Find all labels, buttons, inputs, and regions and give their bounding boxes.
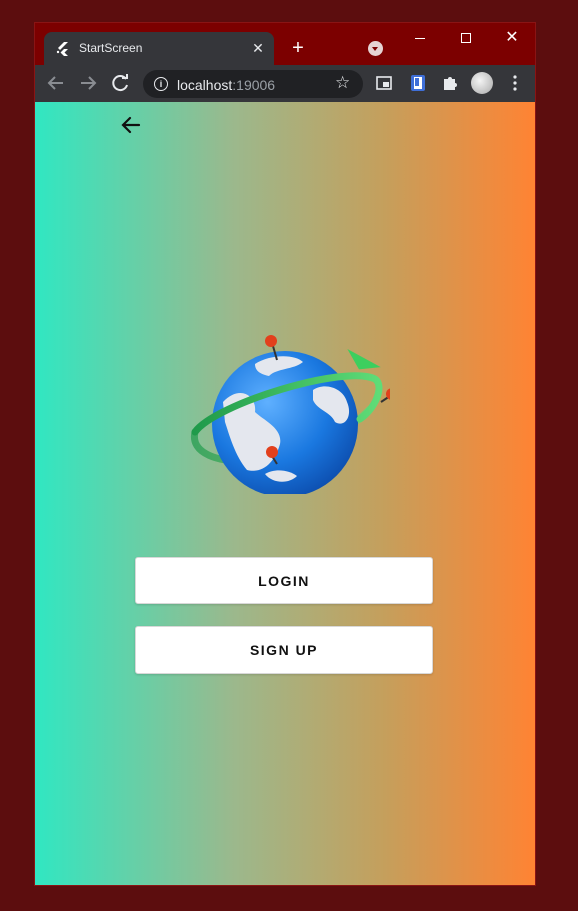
url-port: :19006 [232, 77, 276, 93]
url-text[interactable]: localhost:19006 [177, 77, 275, 93]
login-button[interactable]: LOGIN [135, 557, 433, 604]
reload-icon[interactable] [110, 73, 132, 93]
kebab-menu-icon[interactable] [505, 73, 525, 93]
browser-window: StartScreen ✕ + ✕ i localhost:19006 ☆ LO… [34, 22, 536, 886]
tab-startscreen[interactable]: StartScreen ✕ [44, 32, 274, 65]
close-window-icon[interactable]: ✕ [497, 29, 527, 47]
arrow-left-icon[interactable] [45, 73, 67, 93]
puzzle-icon[interactable] [440, 73, 460, 93]
arrow-left-icon[interactable] [120, 114, 142, 136]
reading-list-icon[interactable] [408, 73, 428, 93]
maximize-icon[interactable] [451, 29, 481, 47]
globe-icon [191, 335, 390, 494]
flutter-icon [56, 42, 68, 56]
info-icon[interactable]: i [154, 77, 168, 91]
arrow-right-icon[interactable] [77, 73, 99, 93]
plus-icon[interactable]: + [287, 37, 309, 59]
star-icon[interactable]: ☆ [335, 73, 350, 93]
address-bar[interactable]: i localhost:19006 ☆ [143, 70, 363, 98]
title-bar: StartScreen ✕ + ✕ [35, 23, 535, 65]
minimize-icon[interactable] [405, 29, 435, 47]
app-screen: LOGIN SIGN UP [35, 102, 535, 885]
browser-toolbar: i localhost:19006 ☆ [35, 65, 535, 102]
avatar[interactable] [471, 72, 493, 94]
chevron-down-icon[interactable] [368, 41, 383, 56]
close-icon[interactable]: ✕ [248, 38, 268, 58]
signup-button[interactable]: SIGN UP [135, 626, 433, 674]
url-host: localhost [177, 77, 233, 93]
pip-icon[interactable] [374, 73, 394, 93]
tab-title: StartScreen [79, 41, 143, 55]
